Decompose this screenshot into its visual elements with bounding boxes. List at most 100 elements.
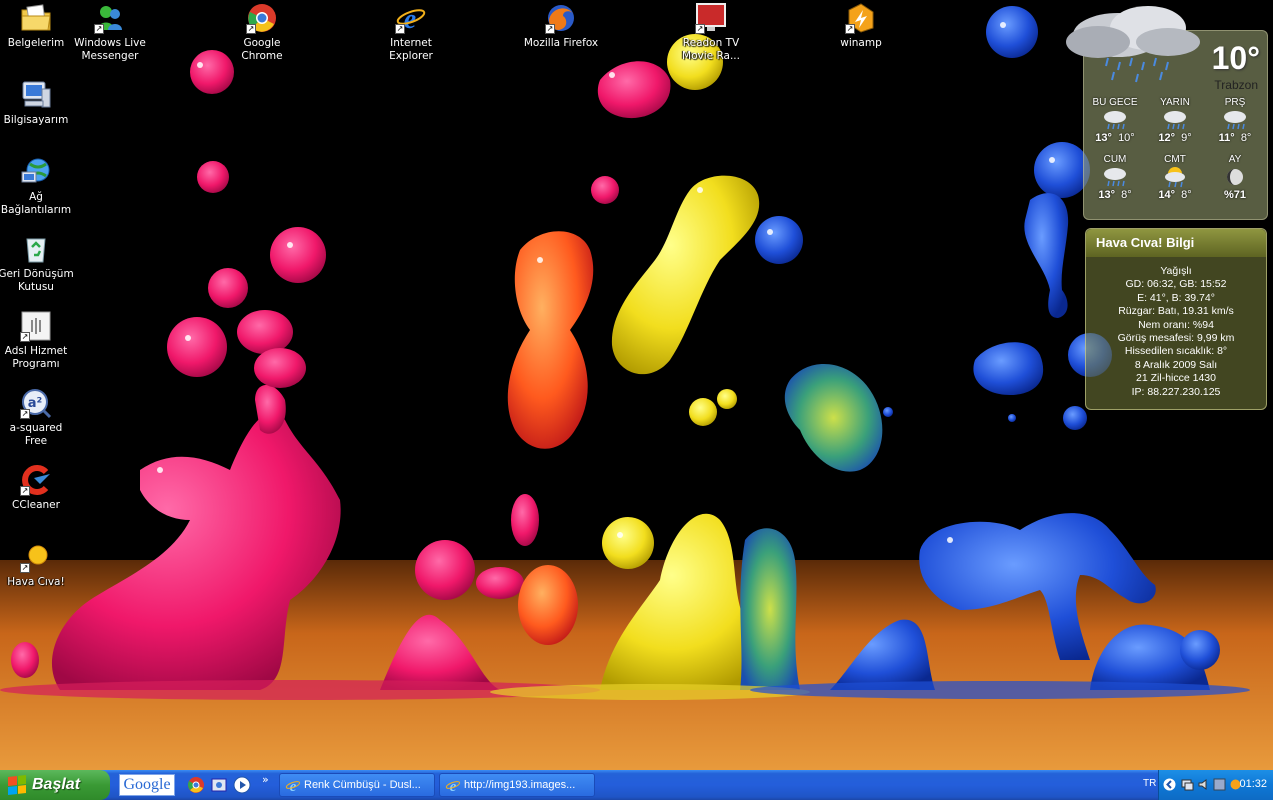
google-toolbar-button[interactable]: Google (119, 774, 175, 796)
forecast-day-label: AY (1228, 154, 1242, 165)
desktop-icon-ag-baglantilarim[interactable]: Ağ Bağlantılarım (0, 156, 74, 217)
network-tray-icon[interactable] (1181, 778, 1194, 791)
forecast-high: 11° (1218, 132, 1235, 144)
task-label: http://img193.images... (464, 779, 576, 791)
forecast-day: PRŞ 11° 8° (1205, 97, 1265, 144)
firefox-icon: ↗ (545, 2, 577, 34)
desktop-icon-label: Geri Dönüşüm Kutusu (0, 268, 74, 293)
info-feels-like: Hissedilen sıcaklık: 8° (1124, 345, 1228, 358)
media-player-icon[interactable] (233, 776, 251, 794)
taskbar-task[interactable]: e Renk Cümbüşü - Dusl... (279, 773, 435, 797)
svg-text:e: e (450, 779, 457, 793)
chrome-icon[interactable] (187, 776, 205, 794)
info-lines: Yağışlı GD: 06:32, GB: 15:52 E: 41°, B: … (1086, 257, 1266, 399)
info-sunrise-sunset: GD: 06:32, GB: 15:52 (1125, 278, 1227, 291)
quick-launch-more-icon[interactable]: » (262, 773, 269, 786)
sun-rain-icon (1145, 165, 1205, 189)
internet-explorer-icon: e (285, 779, 301, 793)
desktop-icon-chrome[interactable]: ↗ Google Chrome (224, 2, 300, 63)
task-label: Renk Cümbüşü - Dusl... (304, 779, 421, 791)
shortcut-arrow-icon: ↗ (395, 24, 405, 34)
windows-logo-icon (8, 775, 26, 795)
info-date: 8 Aralık 2009 Salı (1134, 358, 1218, 371)
app-tray-icon[interactable] (1213, 778, 1226, 791)
desktop-icon-label: Adsl Hizmet Programı (4, 345, 68, 370)
internet-explorer-icon: e ↗ (395, 2, 427, 34)
desktop-icon-ccleaner[interactable]: ↗ CCleaner (0, 464, 74, 512)
forecast-low: 8° (1121, 189, 1132, 201)
speaker-icon[interactable] (1197, 778, 1210, 791)
forecast-day-label: CUM (1103, 154, 1127, 165)
desktop-icon-a-squared[interactable]: a² ↗ a-squared Free (0, 387, 74, 448)
forecast-high: 14° (1158, 189, 1175, 201)
start-button[interactable]: Başlat (0, 770, 110, 800)
recycle-bin-icon (20, 233, 52, 265)
messenger-icon: ↗ (94, 2, 126, 34)
desktop-icon-adsl[interactable]: ↗ Adsl Hizmet Programı (0, 310, 74, 371)
taskbar-task[interactable]: e http://img193.images... (439, 773, 595, 797)
forecast-day: CMT 14° 8° (1145, 154, 1205, 201)
chrome-icon: ↗ (246, 2, 278, 34)
forecast-low: 10° (1118, 132, 1135, 144)
system-tray: 01:32 (1158, 770, 1273, 800)
rain-cloud-icon (1066, 6, 1200, 83)
shortcut-arrow-icon: ↗ (20, 409, 30, 419)
info-humidity: Nem oranı: %94 (1138, 318, 1214, 331)
desktop-icon-hava-civa[interactable]: ↗ Hava Cıva! (0, 541, 74, 589)
weather-gadget[interactable]: 10° Trabzon BU GECE 13° 10° YARIN 12° 9°… (1066, 0, 1268, 220)
shortcut-arrow-icon: ↗ (246, 24, 256, 34)
current-temperature: 10° (1211, 40, 1260, 76)
weather-sun-icon: ↗ (20, 541, 52, 573)
desktop-icon-winamp[interactable]: ↗ winamp (823, 2, 899, 50)
city-name: Trabzon (1214, 78, 1258, 92)
show-desktop-icon[interactable] (210, 776, 228, 794)
desktop-icon-label: winamp (840, 37, 882, 49)
my-computer-icon (20, 79, 52, 111)
desktop-icon-internet-explorer[interactable]: e ↗ Internet Explorer (373, 2, 449, 63)
show-hidden-icons-icon[interactable] (1163, 778, 1176, 791)
svg-text:e: e (404, 4, 416, 34)
rain-cloud-icon (1145, 108, 1205, 132)
desktop-icon-belgelerim[interactable]: Belgelerim (0, 2, 74, 50)
shortcut-arrow-icon: ↗ (20, 332, 30, 342)
forecast-low: 8° (1181, 189, 1192, 201)
desktop-icon-label: Belgelerim (7, 37, 65, 49)
shortcut-arrow-icon: ↗ (20, 486, 30, 496)
moon-phase: %71 (1223, 189, 1247, 201)
desktop-icon-firefox[interactable]: ↗ Mozilla Firefox (523, 2, 599, 50)
forecast-low: 8° (1240, 132, 1252, 144)
desktop-icon-label: Windows Live Messenger (74, 37, 146, 62)
desktop-icon-label: Google Chrome (241, 37, 283, 62)
documents-folder-icon (20, 2, 52, 34)
shortcut-arrow-icon: ↗ (94, 24, 104, 34)
info-visibility: Görüş mesafesi: 9,99 km (1117, 332, 1235, 345)
forecast-day: BU GECE 13° 10° (1085, 97, 1145, 144)
tv-icon: ↗ (695, 2, 727, 34)
svg-text:e: e (290, 779, 297, 793)
info-ip: IP: 88.227.230.125 (1131, 385, 1221, 398)
forecast-day-label: YARIN (1160, 97, 1190, 108)
rain-cloud-icon (1085, 165, 1145, 189)
desktop-icon-label: Readon TV Movie Ra... (682, 37, 740, 62)
forecast-day-label: BU GECE (1092, 97, 1138, 108)
forecast-day: CUM 13° 8° (1085, 154, 1145, 201)
info-condition: Yağışlı (1160, 265, 1192, 277)
forecast-high: 13° (1095, 132, 1112, 144)
desktop-icon-label: CCleaner (12, 499, 60, 511)
forecast-row-top: BU GECE 13° 10° YARIN 12° 9° PRŞ 11° 8° (1085, 97, 1265, 144)
weather-info-gadget[interactable]: Hava Cıva! Bilgi Yağışlı GD: 06:32, GB: … (1085, 228, 1267, 410)
forecast-row-bottom: CUM 13° 8° CMT 14° 8° AY %71 (1085, 154, 1265, 201)
desktop-icon-bilgisayarim[interactable]: Bilgisayarım (0, 79, 74, 127)
desktop-icon-messenger[interactable]: ↗ Windows Live Messenger (72, 2, 148, 63)
desktop-icon-label: Hava Cıva! (7, 576, 65, 588)
forecast-high: 12° (1158, 132, 1175, 144)
desktop-icon-label: Internet Explorer (389, 37, 433, 62)
forecast-high: 13° (1098, 189, 1115, 201)
language-indicator[interactable]: TR (1143, 778, 1156, 789)
forecast-day-label: CMT (1164, 154, 1186, 165)
desktop-icon-geri-donusum[interactable]: Geri Dönüşüm Kutusu (0, 233, 74, 294)
shortcut-arrow-icon: ↗ (545, 24, 555, 34)
clock[interactable]: 01:32 (1239, 778, 1267, 790)
desktop-icon-readon-tv[interactable]: ↗ Readon TV Movie Ra... (673, 2, 749, 63)
info-title: Hava Cıva! Bilgi (1086, 229, 1266, 257)
